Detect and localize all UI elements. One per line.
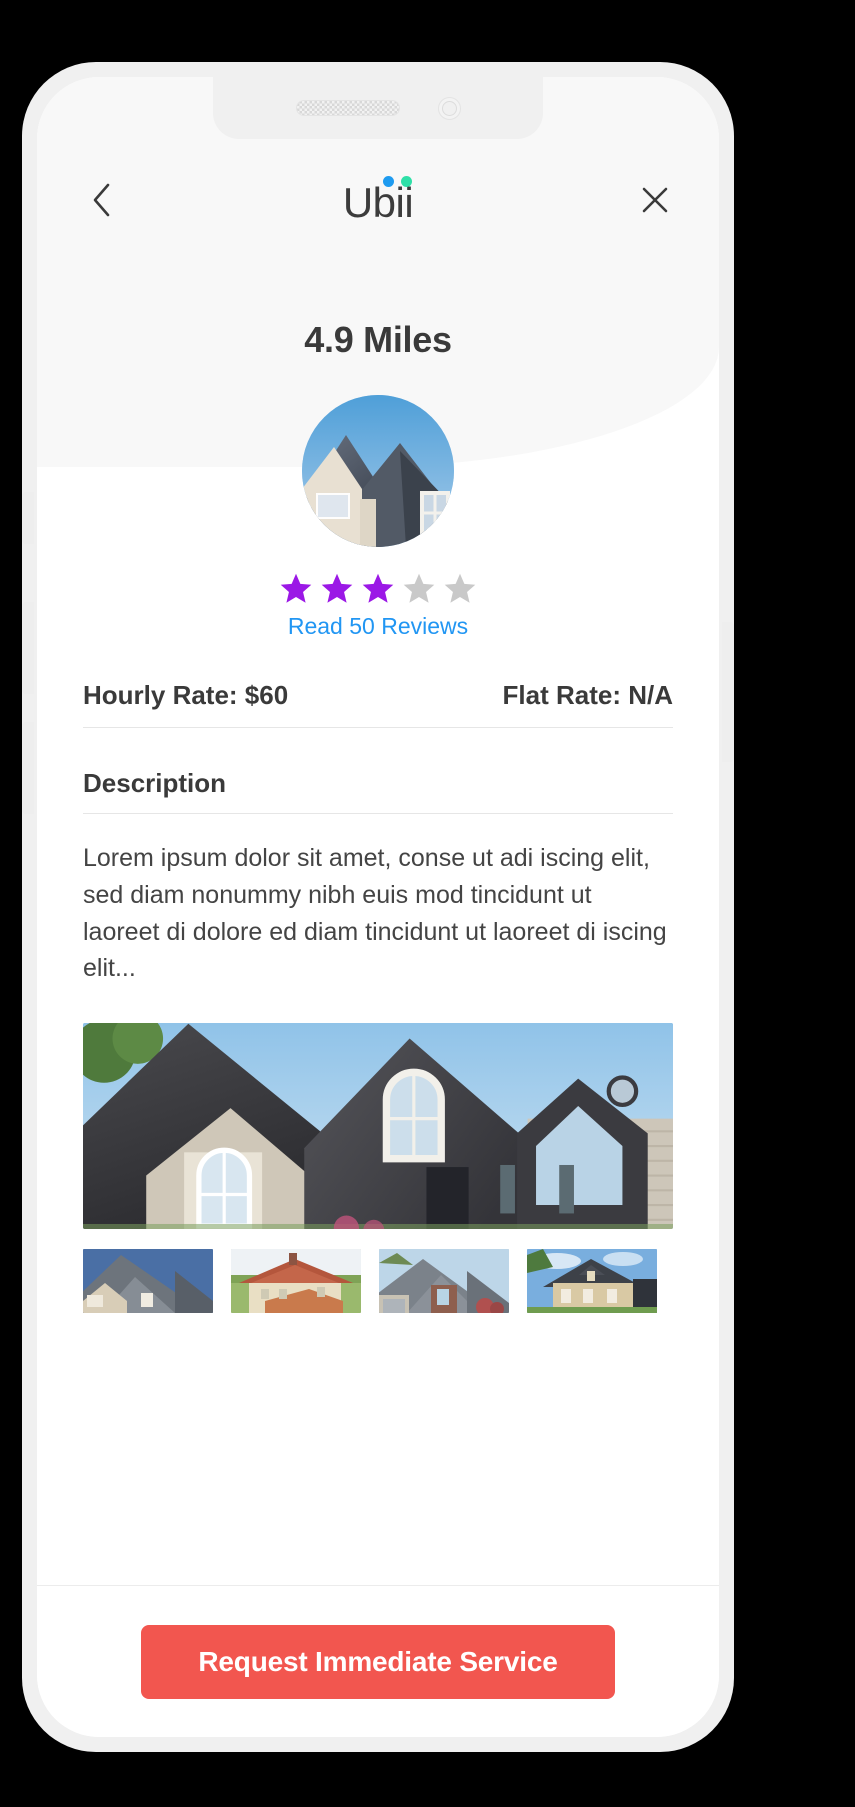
phone-button-volume-up[interactable] [22, 602, 34, 694]
bottom-action-bar: Request Immediate Service [37, 1585, 719, 1737]
main-gallery-photo[interactable] [83, 1023, 673, 1229]
thumbnail-image-2 [231, 1249, 361, 1313]
thumbnail-2[interactable] [231, 1249, 361, 1313]
rate-row: Hourly Rate: $60 Flat Rate: N/A [83, 680, 673, 728]
thumbnail-image-1 [83, 1249, 213, 1313]
phone-button-mute[interactable] [22, 492, 34, 544]
description-text: Lorem ipsum dolor sit amet, conse ut adi… [83, 844, 667, 983]
app-logo: Ubii [343, 176, 414, 224]
phone-button-volume-down[interactable] [22, 722, 34, 814]
main-photo-image [83, 1023, 673, 1229]
back-button[interactable] [79, 178, 123, 222]
avatar-image [302, 395, 454, 547]
gallery-thumbnails[interactable] [83, 1249, 673, 1313]
phone-frame: Ubii 4.9 Miles Read 50 Reviews Hourly Ra… [22, 62, 734, 1752]
thumbnail-image-3 [379, 1249, 509, 1313]
star-filled-icon-2 [321, 573, 353, 603]
distance-label: 4.9 Miles [304, 319, 452, 360]
avatar[interactable] [302, 395, 454, 547]
request-immediate-service-button[interactable]: Request Immediate Service [141, 1624, 615, 1699]
phone-screen: Ubii 4.9 Miles Read 50 Reviews Hourly Ra… [37, 77, 719, 1737]
phone-button-power[interactable] [722, 622, 734, 762]
thumbnail-3[interactable] [379, 1249, 509, 1313]
rating-stars[interactable] [37, 571, 719, 607]
read-reviews-link[interactable]: Read 50 Reviews [37, 613, 719, 640]
front-camera-icon [437, 96, 461, 120]
thumbnail-image-4 [527, 1249, 657, 1313]
thumbnail-1[interactable] [83, 1249, 213, 1313]
flat-rate-label: Flat Rate: N/A [502, 680, 673, 710]
star-empty-icon-4 [403, 573, 435, 603]
avatar-container [37, 395, 719, 547]
description-heading: Description [83, 768, 673, 814]
phone-notch [213, 77, 543, 139]
star-empty-icon-5 [444, 573, 476, 603]
app-header: Ubii [37, 173, 719, 227]
earpiece-speaker-icon [295, 100, 400, 116]
star-filled-icon-1 [280, 573, 312, 603]
provider-detail-content[interactable]: 4.9 Miles Read 50 Reviews Hourly Rate: $… [37, 227, 719, 1587]
close-x-icon [642, 187, 668, 213]
thumbnail-4[interactable] [527, 1249, 657, 1313]
close-button[interactable] [633, 178, 677, 222]
hourly-rate-label: Hourly Rate: $60 [83, 680, 289, 710]
chevron-left-icon [93, 183, 110, 217]
star-filled-icon-3 [362, 573, 394, 603]
